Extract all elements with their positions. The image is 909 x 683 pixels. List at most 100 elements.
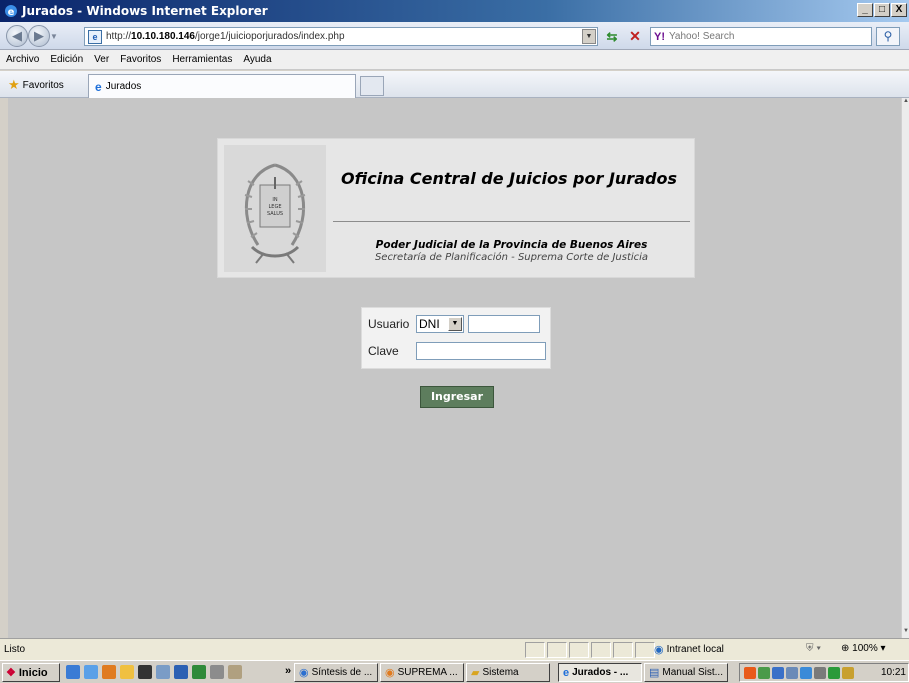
quicklaunch-more-icon[interactable]: » bbox=[285, 665, 291, 677]
start-button[interactable]: ❖ Inicio bbox=[2, 663, 60, 682]
ie-logo-icon: e bbox=[5, 5, 17, 18]
tray-app-icon[interactable] bbox=[744, 667, 756, 679]
page-title: Oficina Central de Juicios por Jurados bbox=[341, 169, 677, 188]
clave-input[interactable] bbox=[416, 342, 546, 360]
new-tab-button[interactable] bbox=[360, 76, 384, 96]
quicklaunch-firefox-icon[interactable] bbox=[102, 665, 116, 679]
ingresar-button[interactable]: Ingresar bbox=[420, 386, 494, 408]
tray-volume-icon[interactable] bbox=[772, 667, 784, 679]
windows-taskbar: ❖ Inicio » ◉ Síntesis de ... ◉ SUPREMA .… bbox=[0, 660, 909, 683]
taskbar-sistema[interactable]: ▰ Sistema bbox=[466, 663, 550, 682]
security-zone[interactable]: ◉ Intranet local bbox=[654, 643, 724, 656]
taskbar-label: Sistema bbox=[482, 667, 519, 678]
tray-network-icon[interactable] bbox=[758, 667, 770, 679]
zone-label: Intranet local bbox=[666, 644, 724, 655]
url-dropdown-icon[interactable]: ▼ bbox=[582, 29, 596, 44]
quicklaunch-browser-icon[interactable] bbox=[84, 665, 98, 679]
url-path: /jorge1/juicioporjurados/index.php bbox=[194, 31, 345, 42]
status-cell bbox=[547, 642, 567, 658]
taskbar-label: Jurados - ... bbox=[572, 667, 629, 678]
search-input[interactable]: Y! Yahoo! Search bbox=[650, 27, 872, 46]
tab-jurados[interactable]: e Jurados bbox=[88, 74, 356, 98]
window-controls: _ □ X bbox=[857, 3, 907, 17]
menu-herramientas[interactable]: Herramientas bbox=[172, 54, 232, 65]
start-label: Inicio bbox=[18, 666, 48, 679]
seal-text-lege: LEGE bbox=[269, 204, 282, 210]
search-placeholder: Yahoo! Search bbox=[669, 31, 735, 42]
favorites-button[interactable]: ★ Favoritos bbox=[8, 77, 64, 93]
taskbar-label: Síntesis de ... bbox=[311, 667, 373, 678]
document-type-select[interactable]: DNI ▼ bbox=[416, 315, 464, 333]
tray-antivirus-icon[interactable] bbox=[828, 667, 840, 679]
tab-label: Jurados bbox=[105, 81, 142, 92]
header-divider bbox=[333, 221, 690, 222]
close-button[interactable]: X bbox=[891, 3, 907, 17]
tray-display-icon[interactable] bbox=[786, 667, 798, 679]
address-toolbar: ◀ ▶ ▼ e http://10.10.180.146/jorge1/juic… bbox=[0, 22, 909, 50]
scroll-up-icon[interactable]: ▲ bbox=[902, 98, 909, 108]
menu-ver[interactable]: Ver bbox=[94, 54, 109, 65]
quicklaunch-tool-icon[interactable] bbox=[210, 665, 224, 679]
page-subtitle-secretariat: Secretaría de Planificación - Suprema Co… bbox=[374, 252, 649, 263]
quicklaunch-folder-icon[interactable] bbox=[120, 665, 134, 679]
taskbar-suprema[interactable]: ◉ SUPREMA ... bbox=[380, 663, 464, 682]
taskbar-label: SUPREMA ... bbox=[397, 667, 458, 678]
menu-archivo[interactable]: Archivo bbox=[6, 54, 39, 65]
url-prefix: http:// bbox=[106, 31, 132, 42]
usuario-label: Usuario bbox=[368, 317, 410, 331]
status-cell bbox=[591, 642, 611, 658]
menu-bar: Archivo Edición Ver Favoritos Herramient… bbox=[0, 50, 909, 70]
tray-security-icon[interactable] bbox=[814, 667, 826, 679]
star-icon: ★ bbox=[8, 77, 20, 92]
document-type-value: DNI bbox=[419, 317, 440, 331]
taskbar-jurados[interactable]: e Jurados - ... bbox=[558, 663, 642, 682]
status-cell bbox=[635, 642, 655, 658]
search-icon[interactable]: ⚲ bbox=[876, 27, 900, 46]
clave-label: Clave bbox=[368, 344, 399, 358]
seal-text-salus: SALUS bbox=[267, 211, 283, 217]
favorites-bar: ★ Favoritos e Jurados bbox=[0, 71, 909, 98]
scroll-down-icon[interactable]: ▼ bbox=[902, 628, 909, 638]
forward-button[interactable]: ▶ bbox=[28, 25, 50, 47]
firefox-icon: ◉ bbox=[385, 667, 395, 679]
status-text: Listo bbox=[4, 644, 26, 655]
ie-icon: e bbox=[563, 666, 570, 679]
status-cell bbox=[525, 642, 545, 658]
folder-icon: ▰ bbox=[471, 667, 480, 679]
quicklaunch-cmd-icon[interactable] bbox=[138, 665, 152, 679]
menu-ayuda[interactable]: Ayuda bbox=[243, 54, 271, 65]
maximize-button[interactable]: □ bbox=[874, 3, 890, 17]
menu-favoritos[interactable]: Favoritos bbox=[120, 54, 161, 65]
vertical-scrollbar[interactable]: ▲ ▼ bbox=[901, 98, 909, 638]
quicklaunch-app-icon[interactable] bbox=[228, 665, 242, 679]
quicklaunch-excel-icon[interactable] bbox=[192, 665, 206, 679]
login-form: Usuario DNI ▼ Clave bbox=[361, 307, 551, 369]
zoom-level[interactable]: ⊕ 100% ▾ bbox=[841, 643, 886, 654]
browser-icon: ◉ bbox=[299, 667, 309, 679]
tray-update-icon[interactable] bbox=[800, 667, 812, 679]
window-titlebar: e Jurados - Windows Internet Explorer _ … bbox=[0, 0, 909, 22]
windows-flag-icon: ❖ bbox=[6, 667, 16, 679]
taskbar-sintesis[interactable]: ◉ Síntesis de ... bbox=[294, 663, 378, 682]
stop-icon[interactable]: ✕ bbox=[626, 28, 644, 45]
refresh-icon[interactable]: ⇆ bbox=[603, 28, 621, 45]
ie-page-icon: e bbox=[88, 29, 102, 44]
back-arrow-icon: ◀ bbox=[12, 28, 22, 43]
zoom-value: 100% bbox=[852, 643, 878, 654]
url-input[interactable]: e http://10.10.180.146/jorge1/juicioporj… bbox=[84, 27, 598, 46]
window-title: Jurados - Windows Internet Explorer bbox=[22, 4, 268, 18]
quicklaunch-ie-icon[interactable] bbox=[66, 665, 80, 679]
menu-edicion[interactable]: Edición bbox=[50, 54, 83, 65]
quicklaunch-desktop-icon[interactable] bbox=[156, 665, 170, 679]
taskbar-manual[interactable]: ▤ Manual Sist... bbox=[644, 663, 728, 682]
page-header: IN LEGE SALUS Oficina Central de Juicios… bbox=[217, 138, 695, 278]
minimize-button[interactable]: _ bbox=[857, 3, 873, 17]
tray-misc-icon[interactable] bbox=[842, 667, 854, 679]
back-button[interactable]: ◀ bbox=[6, 25, 28, 47]
seal-emblem-icon: IN LEGE SALUS bbox=[224, 145, 326, 272]
seal-text-in: IN bbox=[272, 197, 277, 203]
history-dropdown-icon[interactable]: ▼ bbox=[50, 32, 58, 41]
usuario-input[interactable] bbox=[468, 315, 540, 333]
quicklaunch-word-icon[interactable] bbox=[174, 665, 188, 679]
protected-mode-icon[interactable]: ⛨ ▾ bbox=[806, 643, 821, 654]
